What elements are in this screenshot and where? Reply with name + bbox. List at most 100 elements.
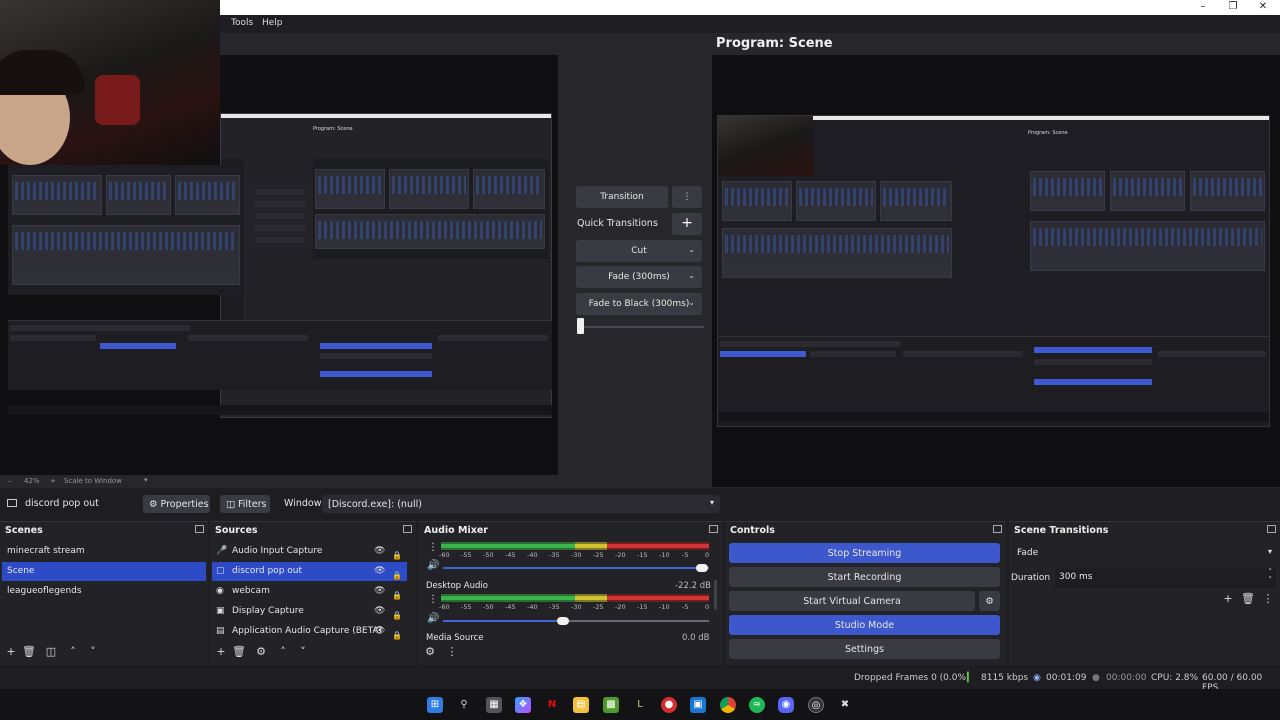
- trash-icon[interactable]: 🗑: [1241, 592, 1255, 606]
- netflix-icon[interactable]: N: [544, 697, 560, 713]
- source-label: discord pop out: [232, 566, 303, 576]
- trash-icon[interactable]: 🗑: [232, 645, 246, 659]
- visibility-eye-icon[interactable]: 👁: [374, 627, 385, 636]
- virtual-camera-settings-icon[interactable]: ⚙: [979, 591, 1000, 611]
- dock-popout-icon[interactable]: [403, 525, 412, 533]
- start-virtual-camera-button[interactable]: Start Virtual Camera: [729, 591, 975, 611]
- dock-popout-icon[interactable]: [709, 525, 718, 533]
- scene-item-scene[interactable]: Scene: [2, 562, 206, 581]
- window-source-icon: [7, 499, 17, 507]
- lock-icon[interactable]: 🔒: [392, 566, 402, 580]
- speaker-icon[interactable]: 🔊: [427, 560, 439, 571]
- db-scale: -60 -55 -50 -45 -40 -35 -30 -25 -20 -15 …: [439, 603, 711, 611]
- move-down-icon[interactable]: ˅: [296, 645, 310, 659]
- nested-row: [720, 351, 806, 357]
- transition-menu-icon[interactable]: ⋮: [1261, 592, 1275, 606]
- copilot-icon[interactable]: ❖: [515, 697, 531, 713]
- speaker-icon[interactable]: 🔊: [427, 613, 439, 624]
- dock-popout-icon[interactable]: [1267, 525, 1276, 533]
- transition-button[interactable]: Transition: [576, 186, 668, 208]
- visibility-eye-icon[interactable]: 👁: [374, 547, 385, 556]
- file-manager-icon[interactable]: ▦: [486, 697, 502, 713]
- visibility-eye-icon[interactable]: 👁: [374, 607, 385, 616]
- nested-row: [438, 335, 548, 341]
- add-source-icon[interactable]: +: [214, 645, 228, 659]
- transition-menu-icon[interactable]: ⋮: [672, 186, 702, 208]
- lock-icon[interactable]: 🔒: [392, 546, 402, 560]
- mixer-menu-icon[interactable]: ⋮: [445, 645, 459, 659]
- folder-icon[interactable]: ▤: [573, 697, 589, 713]
- mixer-settings-icon[interactable]: ⚙: [423, 645, 437, 659]
- quick-transition-fade[interactable]: Fade (300ms) ⌄: [576, 266, 702, 288]
- channel-menu-icon[interactable]: ⋮: [428, 594, 438, 605]
- spinner-icon[interactable]: ˄ ˅: [1269, 568, 1273, 584]
- quick-transition-fade-to-black[interactable]: Fade to Black (300ms) ⌄: [576, 293, 702, 315]
- menu-help[interactable]: Help: [262, 18, 283, 28]
- settings-button[interactable]: Settings: [729, 639, 1000, 659]
- visibility-eye-icon[interactable]: 👁: [374, 587, 385, 596]
- search-icon[interactable]: ⚲: [456, 697, 472, 713]
- db-tick: -50: [483, 603, 494, 611]
- menu-tools[interactable]: Tools: [231, 18, 253, 28]
- transition-slider[interactable]: [580, 326, 704, 328]
- lock-icon[interactable]: 🔒: [392, 626, 402, 640]
- app-red-icon[interactable]: ●: [661, 697, 677, 713]
- nested-title-bar: [221, 114, 551, 118]
- chrome-icon[interactable]: [720, 697, 736, 713]
- source-item-audio-input[interactable]: 🎤 Audio Input Capture 👁 🔒: [212, 542, 407, 561]
- zoom-out-icon[interactable]: –: [8, 477, 12, 485]
- transition-select[interactable]: Fade ▾: [1013, 544, 1276, 564]
- league-icon[interactable]: L: [632, 697, 648, 713]
- channel-menu-icon[interactable]: ⋮: [428, 542, 438, 553]
- studio-mode-button[interactable]: Studio Mode: [729, 615, 1000, 635]
- quick-transition-cut[interactable]: Cut ⌄: [576, 240, 702, 262]
- source-item-discord-pop-out[interactable]: ▢ discord pop out 👁 🔒: [212, 562, 407, 581]
- nested-preview-right: [313, 159, 549, 259]
- close-icon[interactable]: ✕: [1248, 0, 1278, 15]
- trash-icon[interactable]: 🗑: [22, 645, 36, 659]
- app-blue-icon[interactable]: ▣: [690, 697, 706, 713]
- lock-icon[interactable]: 🔒: [392, 586, 402, 600]
- dock-popout-icon[interactable]: [195, 525, 204, 533]
- move-up-icon[interactable]: ˄: [66, 645, 80, 659]
- gear-icon[interactable]: ⚙: [254, 645, 268, 659]
- stop-streaming-button[interactable]: Stop Streaming: [729, 543, 1000, 563]
- zoom-dropdown-icon[interactable]: ▾: [144, 476, 148, 484]
- filters-button[interactable]: ◫ Filters: [220, 495, 270, 513]
- minecraft-icon[interactable]: ▩: [603, 697, 619, 713]
- add-scene-icon[interactable]: +: [4, 645, 18, 659]
- minimize-icon[interactable]: –: [1188, 0, 1218, 15]
- mixer-scrollbar[interactable]: [714, 580, 717, 610]
- source-item-application-audio[interactable]: ▤ Application Audio Capture (BETA) 👁 🔒: [212, 622, 407, 641]
- nested-program-label: Program: Scene: [313, 126, 353, 132]
- db-tick: -5: [682, 603, 689, 611]
- add-quick-transition-icon[interactable]: +: [672, 213, 702, 235]
- duration-input[interactable]: 300 ms ˄ ˅: [1055, 568, 1276, 588]
- nested-thumb: [1190, 171, 1265, 211]
- nested-taskbar: [718, 412, 1269, 422]
- window-select[interactable]: [Discord.exe]: (null) ▾: [322, 495, 720, 513]
- transition-slider-handle[interactable]: [577, 318, 584, 334]
- maximize-icon[interactable]: ❐: [1218, 0, 1248, 15]
- scene-item-minecraft-stream[interactable]: minecraft stream: [2, 542, 206, 561]
- add-transition-icon[interactable]: +: [1221, 592, 1235, 606]
- volume-fader-knob[interactable]: [557, 617, 569, 625]
- source-item-display-capture[interactable]: ▣ Display Capture 👁 🔒: [212, 602, 407, 621]
- properties-button[interactable]: ⚙ Properties: [143, 495, 210, 513]
- move-up-icon[interactable]: ˄: [276, 645, 290, 659]
- volume-fader-knob[interactable]: [696, 564, 708, 572]
- zoom-in-icon[interactable]: +: [50, 477, 56, 485]
- scene-filters-icon[interactable]: ◫: [44, 645, 58, 659]
- lock-icon[interactable]: 🔒: [392, 606, 402, 620]
- windows-start-icon[interactable]: ⊞: [427, 697, 443, 713]
- spotify-icon[interactable]: ≈: [749, 697, 765, 713]
- visibility-eye-icon[interactable]: 👁: [374, 567, 385, 576]
- start-recording-button[interactable]: Start Recording: [729, 567, 1000, 587]
- source-item-webcam[interactable]: ◉ webcam 👁 🔒: [212, 582, 407, 601]
- dock-popout-icon[interactable]: [993, 525, 1002, 533]
- obs-icon[interactable]: ◎: [808, 697, 824, 713]
- scene-item-leagueoflegends[interactable]: leagueoflegends: [2, 582, 206, 601]
- discord-icon[interactable]: ◉: [778, 697, 794, 713]
- app-x-icon[interactable]: ✖: [837, 697, 853, 713]
- move-down-icon[interactable]: ˅: [86, 645, 100, 659]
